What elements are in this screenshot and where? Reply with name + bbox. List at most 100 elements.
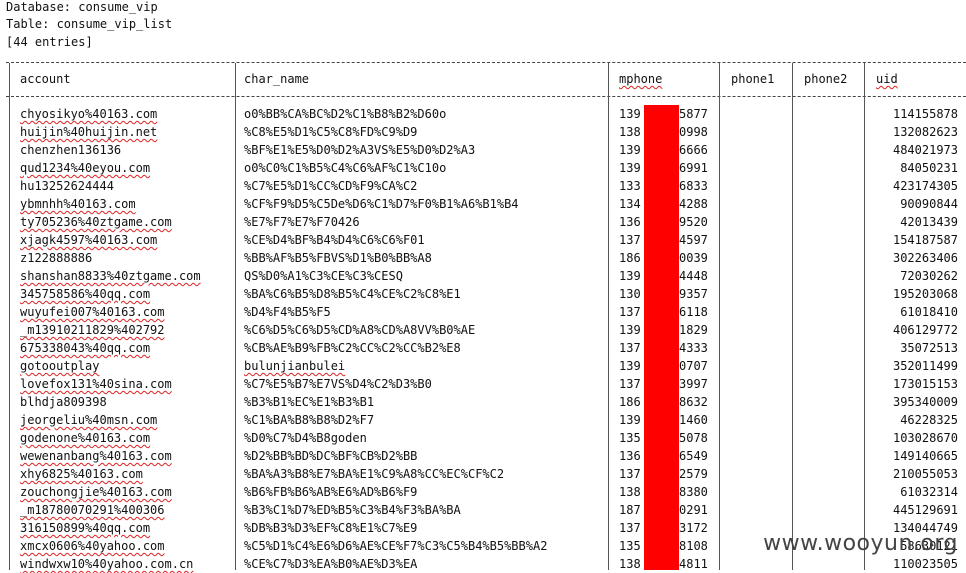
cell-uid: 132082623 [892,125,958,139]
cell-mphone-suffix: 4288 [679,197,708,211]
cell-mphone-suffix: 1460 [679,413,708,427]
cell-account: xjagk4597%40163.com [20,233,158,247]
cell-uid: 61032314 [900,485,958,499]
watermark: www.wooyun.org [763,531,958,556]
top-rule [6,62,966,63]
cell-mphone-prefix: 136 [619,449,641,463]
cell-account: xmcx0606%40yahoo.com [20,539,165,553]
cell-mphone-prefix: 138 [619,125,641,139]
cell-uid: 110023505 [892,557,958,571]
cell-char-name: o0%C0%C1%B5%C4%C6%AF%C1%C10o [244,161,447,175]
cell-account: ybmnhh%40163.com [20,197,136,211]
cell-char-name: %B6%FB%B6%AB%E6%AD%B6%F9 [244,485,418,499]
cell-uid: 445129691 [892,503,958,517]
cell-account: _m13910211829%402792 [20,323,165,337]
cell-mphone-prefix: 139 [619,161,641,175]
cell-mphone-prefix: 137 [619,341,641,355]
cell-mphone-prefix: 137 [619,521,641,535]
column-header-char-name: char_name [244,72,310,86]
cell-account: 316150899%40qq.com [20,521,151,535]
cell-mphone-prefix: 139 [619,143,641,157]
cell-mphone-prefix: 135 [619,539,641,553]
cell-char-name: %E7%F7%E7%F70426 [244,215,360,229]
cell-mphone-prefix: 186 [619,395,641,409]
table-line: Table: consume_vip_list [6,17,173,31]
cell-account: 675338043%40qq.com [20,341,151,355]
cell-mphone-prefix: 139 [619,269,641,283]
cell-uid: 173015153 [892,377,958,391]
cell-uid: 114155878 [892,107,958,121]
col-sep-5 [864,63,865,570]
cell-account: windwxw10%40yahoo.com.cn [20,557,194,571]
cell-char-name: %CE%D4%BF%B4%D4%C6%C6%F01 [244,233,425,247]
cell-uid: 90090844 [900,197,958,211]
cell-account: wuyufei007%40163.com [20,305,165,319]
cell-mphone-suffix: 3997 [679,377,708,391]
cell-char-name: QS%D0%A1%C3%CE%C3%CESQ [244,269,403,283]
cell-mphone-prefix: 130 [619,287,641,301]
cell-char-name: %BA%C6%B5%D8%B5%C4%CE%C2%C8%E1 [244,287,461,301]
col-sep-1 [235,63,236,570]
cell-char-name: %CE%C7%D3%EA%B0%AE%D3%EA [244,557,418,571]
cell-account: hu13252624444 [20,179,114,193]
cell-char-name: %C7%E5%B7%E7VS%D4%C2%D3%B0 [244,377,432,391]
cell-char-name: %C6%D5%C6%D5%CD%A8%CD%A8VV%B0%AE [244,323,476,337]
cell-char-name: %D4%F4%B5%F5 [244,305,331,319]
cell-mphone-suffix: 6833 [679,179,708,193]
cell-mphone-prefix: 136 [619,215,641,229]
cell-char-name: %C5%D1%C4%E6%D6%AE%CE%F7%C3%C5%B4%B5%BB%… [244,539,548,553]
cell-uid: 149140665 [892,449,958,463]
cell-mphone-prefix: 139 [619,107,641,121]
cell-account: lovefox131%40sina.com [20,377,172,391]
cell-mphone-suffix: 3172 [679,521,708,535]
column-header-phone2: phone2 [804,72,848,86]
cell-mphone-prefix: 133 [619,179,641,193]
col-sep-0 [9,63,10,570]
cell-char-name: %C1%BA%B8%B8%D2%F7 [244,413,375,427]
cell-mphone-suffix: 6991 [679,161,708,175]
entries-line: [44 entries] [6,35,93,49]
cell-mphone-suffix: 1829 [679,323,708,337]
cell-mphone-suffix: 0998 [679,125,708,139]
cell-account: z122888886 [20,251,93,265]
cell-uid: 423174305 [892,179,958,193]
cell-mphone-suffix: 4448 [679,269,708,283]
cell-char-name: %BB%AF%B5%FBVS%D1%B0%BB%A8 [244,251,432,265]
cell-mphone-suffix: 2579 [679,467,708,481]
redaction-bar [644,105,679,570]
cell-account: zouchongjie%40163.com [20,485,172,499]
col-sep-3 [719,63,720,570]
cell-mphone-prefix: 187 [619,503,641,517]
cell-mphone-prefix: 134 [619,197,641,211]
cell-uid: 195203068 [892,287,958,301]
cell-account: godenone%40163.com [20,431,151,445]
cell-char-name: %C7%E5%D1%CC%CD%F9%CA%C2 [244,179,418,193]
cell-uid: 154187587 [892,233,958,247]
column-header-account: account [20,72,71,86]
cell-account: qud1234%40eyou.com [20,161,151,175]
cell-mphone-suffix: 6549 [679,449,708,463]
cell-mphone-suffix: 9357 [679,287,708,301]
cell-char-name: %D0%C7%D4%B8goden [244,431,367,445]
cell-account: gotooutplay [20,359,100,373]
col-sep-2 [608,63,609,570]
cell-mphone-suffix: 4597 [679,233,708,247]
cell-mphone-prefix: 139 [619,323,641,337]
cell-mphone-prefix: 138 [619,557,641,571]
cell-char-name: o0%BB%CA%BC%D2%C1%B8%B2%D60o [244,107,447,121]
cell-account: xhy6825%40163.com [20,467,143,481]
cell-uid: 84050231 [900,161,958,175]
cell-mphone-suffix: 4333 [679,341,708,355]
cell-account: _m18780070291%400306 [20,503,165,517]
cell-account: wewenanbang%40163.com [20,449,172,463]
cell-uid: 46228325 [900,413,958,427]
cell-char-name: %CF%F9%D5%C5De%D6%C1%D7%F0%B1%A6%B1%B4 [244,197,519,211]
cell-mphone-prefix: 137 [619,233,641,247]
column-header-uid: uid [876,72,898,86]
cell-account: 345758586%40qq.com [20,287,151,301]
cell-char-name: %D2%BB%BD%DC%BF%CB%D2%BB [244,449,418,463]
cell-mphone-suffix: 6118 [679,305,708,319]
cell-mphone-suffix: 8108 [679,539,708,553]
cell-char-name: %CB%AE%B9%FB%C2%CC%C2%CC%B2%E8 [244,341,461,355]
cell-mphone-suffix: 4811 [679,557,708,571]
